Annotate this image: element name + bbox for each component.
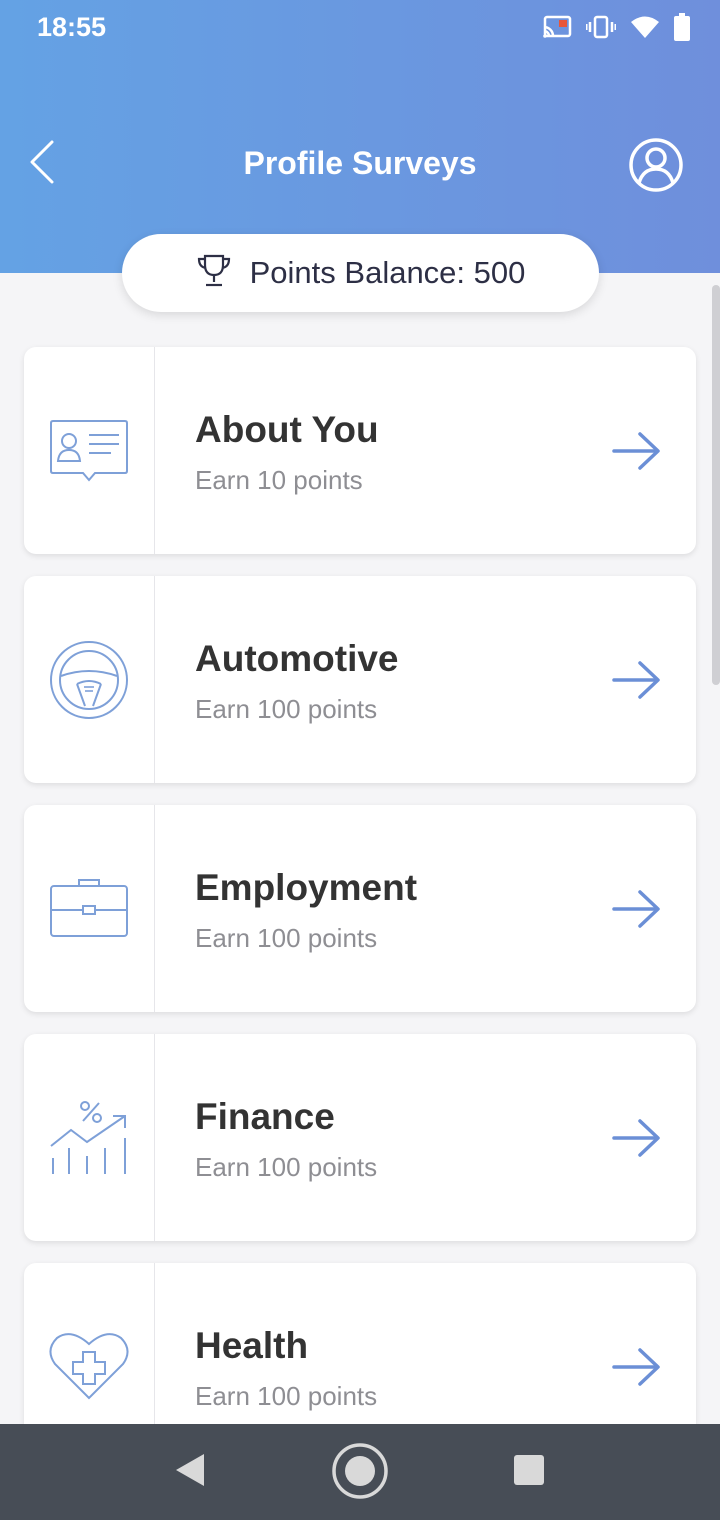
points-balance: Points Balance: 500 [122,234,599,312]
survey-points: Earn 100 points [195,694,378,724]
status-bar: 18:55 [0,0,720,54]
arrow-right-icon [612,1118,662,1158]
briefcase-icon [24,805,155,1012]
battery-icon [674,13,690,41]
steering-wheel-icon [24,576,155,783]
survey-card-automotive[interactable]: Automotive Earn 100 points [24,576,696,783]
survey-points: Earn 10 points [195,465,363,495]
arrow-right-icon [612,1347,662,1387]
arrow-right-icon [612,889,662,929]
survey-list: About You Earn 10 points Automotive Earn… [24,347,696,1492]
profile-button[interactable] [627,136,685,194]
survey-points: Earn 100 points [195,1381,378,1411]
arrow-right-icon [612,431,662,471]
points-balance-label: Points Balance: 500 [249,255,526,290]
back-triangle-icon [174,1452,206,1493]
survey-points: Earn 100 points [195,1152,378,1182]
scrollbar[interactable] [712,285,720,685]
survey-title: Health [195,1325,309,1366]
app-header: 18:55 Profile Surveys [0,0,720,273]
id-card-icon [24,347,155,554]
survey-title: Automotive [195,638,399,679]
survey-title: Employment [195,867,418,908]
page-title: Profile Surveys [243,145,477,181]
survey-title: About You [195,409,379,450]
survey-card-about-you[interactable]: About You Earn 10 points [24,347,696,554]
survey-card-finance[interactable]: Finance Earn 100 points [24,1034,696,1241]
nav-back-button[interactable] [170,1452,210,1492]
survey-card-employment[interactable]: Employment Earn 100 points [24,805,696,1012]
cast-icon [542,15,572,39]
wifi-icon [630,15,660,39]
nav-home-button[interactable] [331,1442,389,1505]
status-icons [542,10,690,44]
status-time: 18:55 [37,12,107,42]
vibrate-icon [586,15,616,39]
nav-recents-button[interactable] [512,1454,546,1491]
home-circle-icon [331,1442,389,1505]
growth-chart-icon [24,1034,155,1241]
survey-title: Finance [195,1096,335,1137]
arrow-right-icon [612,660,662,700]
system-nav-bar [0,1424,720,1520]
trophy-icon [196,253,232,294]
survey-points: Earn 100 points [195,923,378,953]
recents-square-icon [513,1454,545,1491]
user-circle-icon [627,138,685,198]
